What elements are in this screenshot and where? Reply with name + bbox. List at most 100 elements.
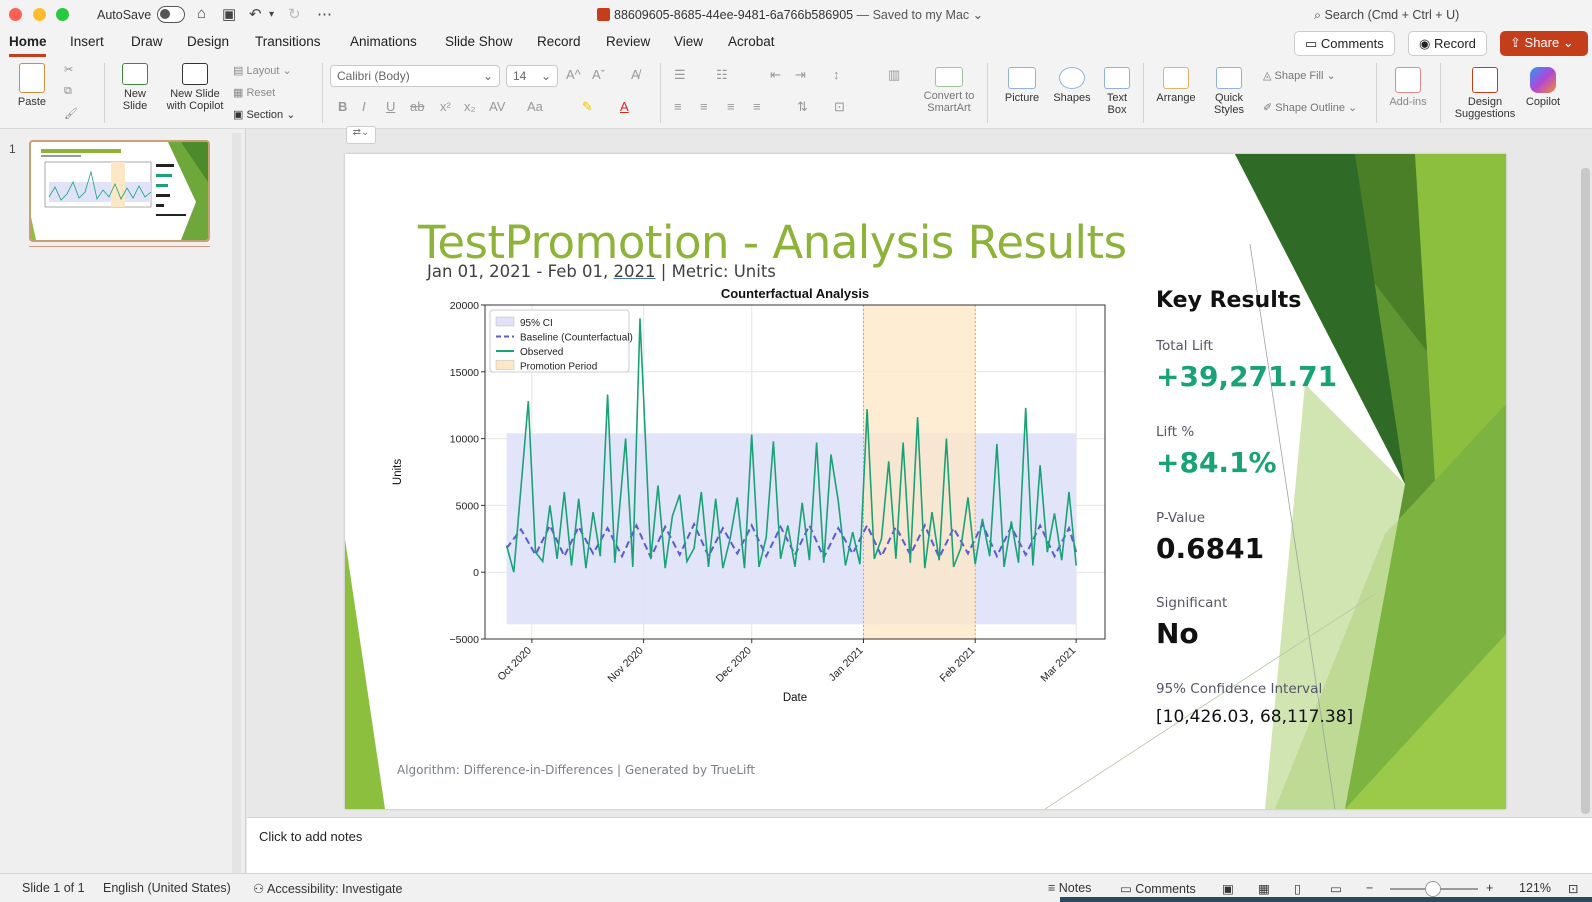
numbering-icon[interactable]: ☷ [716,67,728,83]
align-center-icon[interactable]: ≡ [700,99,708,114]
copilot-button[interactable]: Copilot [1523,67,1563,108]
new-slide-with-copilot-button[interactable]: New Slide with Copilot [164,63,226,112]
editor-scrollbar[interactable] [1581,168,1590,814]
tab-transitions[interactable]: Transitions [255,34,321,49]
document-title[interactable]: 88609605-8685-44ee-9481-6a766b586905 — S… [597,7,983,22]
font-size-dropdown[interactable]: 14 ⌄ [506,65,558,87]
record-icon: ◉ [1419,36,1431,51]
tab-review[interactable]: Review [606,34,650,49]
tab-insert[interactable]: Insert [70,34,104,49]
smartart-tag-icon[interactable]: ⇄⌄ [346,126,376,144]
tab-slide-show[interactable]: Slide Show [445,34,513,49]
copy-icon[interactable]: ⧉ [64,85,72,98]
reset-button[interactable]: ▦ Reset [233,86,275,99]
record-button[interactable]: ◉ Record [1408,31,1487,56]
notes-toggle[interactable]: ≡ Notes [1048,881,1091,895]
more-icon[interactable]: ⋯ [317,5,332,23]
highlight-icon[interactable]: ✎ [582,99,593,115]
tab-view[interactable]: View [674,34,703,49]
home-icon[interactable]: ⌂ [197,5,206,22]
underline-icon[interactable]: U [386,99,395,114]
paste-button[interactable]: Paste [12,63,52,108]
counterfactual-chart[interactable]: 20000 15000 10000 5000 0 −5000 Oct 2020 Nov 202… [385,281,1125,721]
convert-to-smartart-label: Convert to SmartArt [923,90,975,114]
change-case-icon[interactable]: Aa [527,99,543,114]
slide-thumbnail[interactable] [29,140,210,242]
tab-acrobat[interactable]: Acrobat [728,34,775,49]
format-painter-icon[interactable]: 🖌 [64,107,78,120]
decrease-indent-icon[interactable]: ⇤ [770,67,781,83]
text-direction-icon[interactable]: ⇅ [797,99,808,115]
save-icon[interactable]: ▣ [222,5,236,23]
redo-icon[interactable]: ↻ [288,5,301,23]
minimize-window-button[interactable] [33,8,46,21]
picture-button[interactable]: Picture [1000,67,1044,104]
close-window-button[interactable] [9,8,22,21]
shape-outline-label: Shape Outline [1275,102,1345,114]
add-ins-button[interactable]: Add-ins [1387,67,1429,108]
slide-subtitle[interactable]: Jan 01, 2021 - Feb 01, 2021 | Metric: Un… [427,262,776,281]
subscript-icon[interactable]: x₂ [464,99,476,114]
comments-toggle[interactable]: ▭ Comments [1120,881,1196,896]
section-button[interactable]: ▣ Section ⌄ [233,108,295,121]
align-left-icon[interactable]: ≡ [674,99,682,114]
shape-fill-button[interactable]: ◬ Shape Fill ⌄ [1263,69,1336,82]
tab-home[interactable]: Home [9,34,47,49]
superscript-icon[interactable]: x² [440,99,451,114]
tab-animations[interactable]: Animations [350,34,417,49]
zoom-slider-handle[interactable] [1425,881,1441,897]
slide-canvas[interactable]: TestPromotion - Analysis Results Jan 01,… [345,154,1506,809]
font-name-dropdown[interactable]: Calibri (Body) ⌄ [330,65,500,87]
align-text-icon[interactable]: ⊡ [834,99,845,115]
notes-pane[interactable]: Click to add notes [247,817,1592,873]
zoom-window-button[interactable] [56,8,69,21]
arrange-button[interactable]: Arrange [1152,67,1200,104]
justify-icon[interactable]: ≡ [753,99,761,114]
bold-icon[interactable]: B [338,99,347,114]
convert-to-smartart-button[interactable]: Convert to SmartArt [918,67,980,114]
shapes-button[interactable]: Shapes [1050,67,1094,104]
search-box[interactable]: ⌕ Search (Cmd + Ctrl + U) [1314,8,1459,23]
comments-button[interactable]: ▭ Comments [1294,31,1395,56]
tab-design[interactable]: Design [187,34,229,49]
character-spacing-icon[interactable]: AV [489,99,505,114]
new-slide-button[interactable]: New Slide [113,63,157,112]
normal-view-icon[interactable]: ▣ [1222,881,1234,896]
layout-button[interactable]: ▤ Layout ⌄ [233,64,292,77]
strikethrough-icon[interactable]: ab [410,99,424,114]
x-tick-label: Nov 2020 [605,645,645,685]
slide-sorter-icon[interactable]: ▦ [1258,881,1270,896]
font-color-icon[interactable]: A [620,99,629,114]
slide-show-icon[interactable]: ▭ [1330,881,1342,896]
columns-icon[interactable]: ▥ [888,67,900,83]
undo-dropdown-icon[interactable]: ▾ [269,9,274,20]
slide-thumbnail-pane: 1 [0,129,246,873]
text-box-button[interactable]: Text Box [1100,67,1134,116]
bullets-icon[interactable]: ☰ [674,67,686,83]
increase-indent-icon[interactable]: ⇥ [795,67,806,83]
fit-to-window-icon[interactable]: ⊡ [1568,881,1578,896]
clear-formatting-icon[interactable]: A̸ [631,67,640,82]
zoom-level[interactable]: 121% [1519,881,1551,895]
tab-draw[interactable]: Draw [131,34,163,49]
design-suggestions-button[interactable]: Design Suggestions [1453,67,1517,120]
shape-outline-button[interactable]: ✐ Shape Outline ⌄ [1263,101,1357,114]
line-spacing-icon[interactable]: ↕ [833,67,840,82]
align-right-icon[interactable]: ≡ [727,99,735,114]
zoom-in-icon[interactable]: + [1486,881,1493,895]
quick-styles-button[interactable]: Quick Styles [1207,67,1251,116]
zoom-out-icon[interactable]: − [1366,881,1373,895]
share-button[interactable]: ⇪ Share ⌄ [1500,31,1588,56]
reading-view-icon[interactable]: ▯ [1294,881,1301,896]
language-indicator[interactable]: English (United States) [103,881,231,895]
autosave-toggle[interactable] [157,6,185,23]
undo-icon[interactable]: ↶ [249,5,262,23]
y-tick-label: −5000 [450,634,480,646]
thumbnail-pane-scrollbar[interactable] [232,133,241,873]
increase-font-icon[interactable]: A^ [566,67,581,82]
tab-record[interactable]: Record [537,34,581,49]
decrease-font-icon[interactable]: Aˇ [592,67,605,82]
cut-icon[interactable]: ✂ [64,63,73,76]
accessibility-checker[interactable]: ⚇ Accessibility: Investigate [253,881,402,896]
italic-icon[interactable]: I [362,99,366,114]
